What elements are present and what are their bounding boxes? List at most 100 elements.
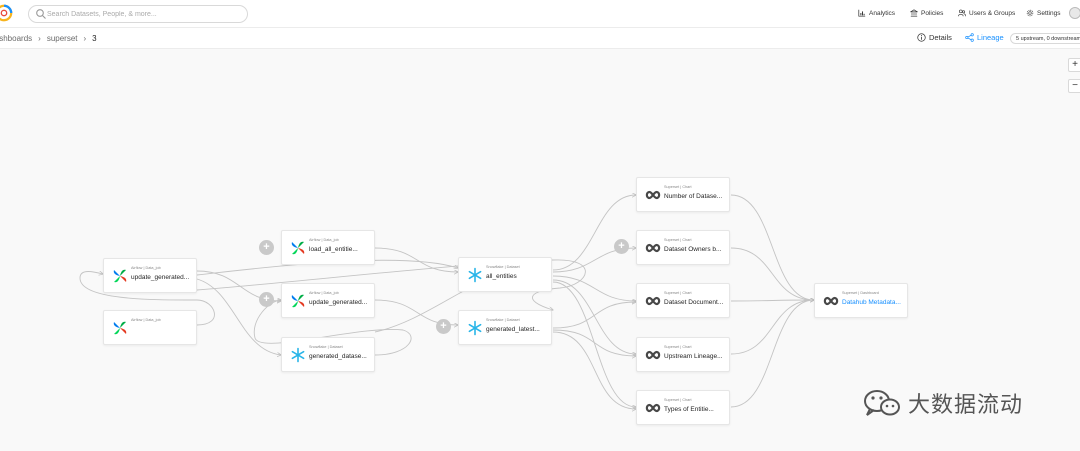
platform-label: Airflow [131,266,143,270]
lineage-label: Lineage [977,33,1004,42]
platform-label: Airflow [131,318,143,322]
nav-policies-label: Policies [921,9,944,17]
node-name: generated_latest... [486,326,540,333]
platform-label: Superset [664,345,680,349]
bank-icon [910,9,918,17]
node-name: Number of Datase... [664,193,723,200]
user-avatar[interactable] [1069,7,1080,19]
search-input[interactable] [47,7,243,21]
details-button[interactable]: Details [917,33,952,42]
entity-type-label: Chart [682,345,692,349]
expand-upstream-button[interactable]: + [259,240,274,255]
entity-type-label: Data_job [145,266,161,270]
bar-chart-icon [858,9,866,17]
node-meta: Airflow | Data_job [309,238,339,242]
snowflake-icon [468,267,482,283]
lineage-node-snowflake-all-entities[interactable]: Snowflake | Dataset all_entities [458,257,552,292]
node-name: generated_datase... [309,353,367,360]
superset-icon [645,243,661,253]
nav-policies[interactable]: Policies [910,9,943,17]
nav-analytics[interactable]: Analytics [858,9,895,17]
lineage-node-chart-types-of-entities[interactable]: Superset | Chart Types of Entitie... [636,390,730,425]
platform-label: Superset [664,398,680,402]
datahub-logo[interactable] [0,4,13,22]
chevron-right-icon: › [83,34,87,43]
watermark: 大数据流动 [862,387,1023,419]
superset-icon [645,296,661,306]
entity-type-label: Data_job [145,318,161,322]
breadcrumb-superset[interactable]: superset [47,34,78,43]
nav-users-groups[interactable]: Users & Groups [958,9,1015,17]
node-name: update_generated... [131,274,190,281]
lineage-node-dashboard-datahub-metadata[interactable]: Superset | Dashboard Datahub Metadata... [814,283,908,318]
lineage-node-chart-number-of-datasets[interactable]: Superset | Chart Number of Datase... [636,177,730,212]
node-meta: Airflow | Data_job [131,318,161,322]
wechat-icon [864,390,900,416]
platform-label: Superset [664,238,680,242]
breadcrumb-dashboards[interactable]: Dashboards [0,34,32,43]
node-meta: Superset | Chart [664,238,692,242]
node-meta: Superset | Dashboard [842,291,879,295]
entity-type-label: Dataset [506,318,520,322]
breadcrumb: Dashboards › superset › 3 [0,34,97,43]
search-bar[interactable] [28,5,248,23]
lineage-node-snowflake-generated-dataset[interactable]: Snowflake | Dataset generated_datase... [281,337,375,372]
entity-header-bar: Dashboards › superset › 3 Details Lineag… [0,28,1080,49]
lineage-node-chart-dataset-owners[interactable]: Superset | Chart Dataset Owners b... [636,230,730,265]
node-meta: Snowflake | Dataset [309,345,343,349]
platform-label: Snowflake [486,318,504,322]
gear-icon [1026,9,1034,17]
platform-label: Superset [842,291,858,295]
node-meta: Superset | Chart [664,185,692,189]
lineage-node-chart-upstream-lineage[interactable]: Superset | Chart Upstream Lineage... [636,337,730,372]
details-label: Details [929,33,952,42]
lineage-node-airflow-update-generated-2[interactable]: Airflow | Data_job update_generated... [281,283,375,318]
superset-icon [823,296,839,306]
entity-type-label: Chart [682,398,692,402]
snowflake-icon [468,320,482,336]
lineage-node-airflow-load-all-entities[interactable]: Airflow | Data_job load_all_entitie... [281,230,375,265]
node-name: update_generated... [309,299,368,306]
node-name: load_all_entitie... [309,246,358,253]
chevron-right-icon: › [38,34,41,43]
superset-icon [645,350,661,360]
expand-upstream-button[interactable]: + [436,319,451,334]
node-meta: Snowflake | Dataset [486,265,520,269]
node-meta: Superset | Chart [664,398,692,402]
expand-upstream-button[interactable]: + [259,292,274,307]
expand-upstream-button[interactable]: + [614,239,629,254]
node-meta: Superset | Chart [664,291,692,295]
nav-settings[interactable]: Settings [1026,9,1061,17]
lineage-icon [965,33,974,42]
entity-type-label: Dashboard [860,291,879,295]
airflow-icon [291,241,305,255]
lineage-node-snowflake-generated-latest[interactable]: Snowflake | Dataset generated_latest... [458,310,552,345]
lineage-button[interactable]: Lineage [965,33,1004,42]
entity-type-label: Dataset [506,265,520,269]
info-icon [917,33,926,42]
node-meta: Snowflake | Dataset [486,318,520,322]
entity-type-label: Chart [682,238,692,242]
entity-type-label: Dataset [329,345,343,349]
lineage-node-airflow-update-generated[interactable]: Airflow | Data_job update_generated... [103,258,197,293]
node-name: all_entities [486,273,517,280]
airflow-icon [113,269,127,283]
node-name: Upstream Lineage... [664,353,723,360]
node-name: Dataset Document... [664,299,724,306]
airflow-icon [113,321,127,335]
node-meta: Superset | Chart [664,345,692,349]
nav-settings-label: Settings [1037,9,1061,17]
entity-type-label: Chart [682,291,692,295]
lineage-node-airflow-empty[interactable]: Airflow | Data_job [103,310,197,345]
node-name[interactable]: Datahub Metadata... [842,299,906,306]
platform-label: Superset [664,185,680,189]
snowflake-icon [291,347,305,363]
platform-label: Snowflake [309,345,327,349]
superset-icon [645,190,661,200]
node-meta: Airflow | Data_job [131,266,161,270]
airflow-icon [291,294,305,308]
lineage-node-chart-dataset-documentation[interactable]: Superset | Chart Dataset Document... [636,283,730,318]
platform-label: Airflow [309,238,321,242]
entity-type-label: Chart [682,185,692,189]
node-name: Dataset Owners b... [664,246,722,253]
